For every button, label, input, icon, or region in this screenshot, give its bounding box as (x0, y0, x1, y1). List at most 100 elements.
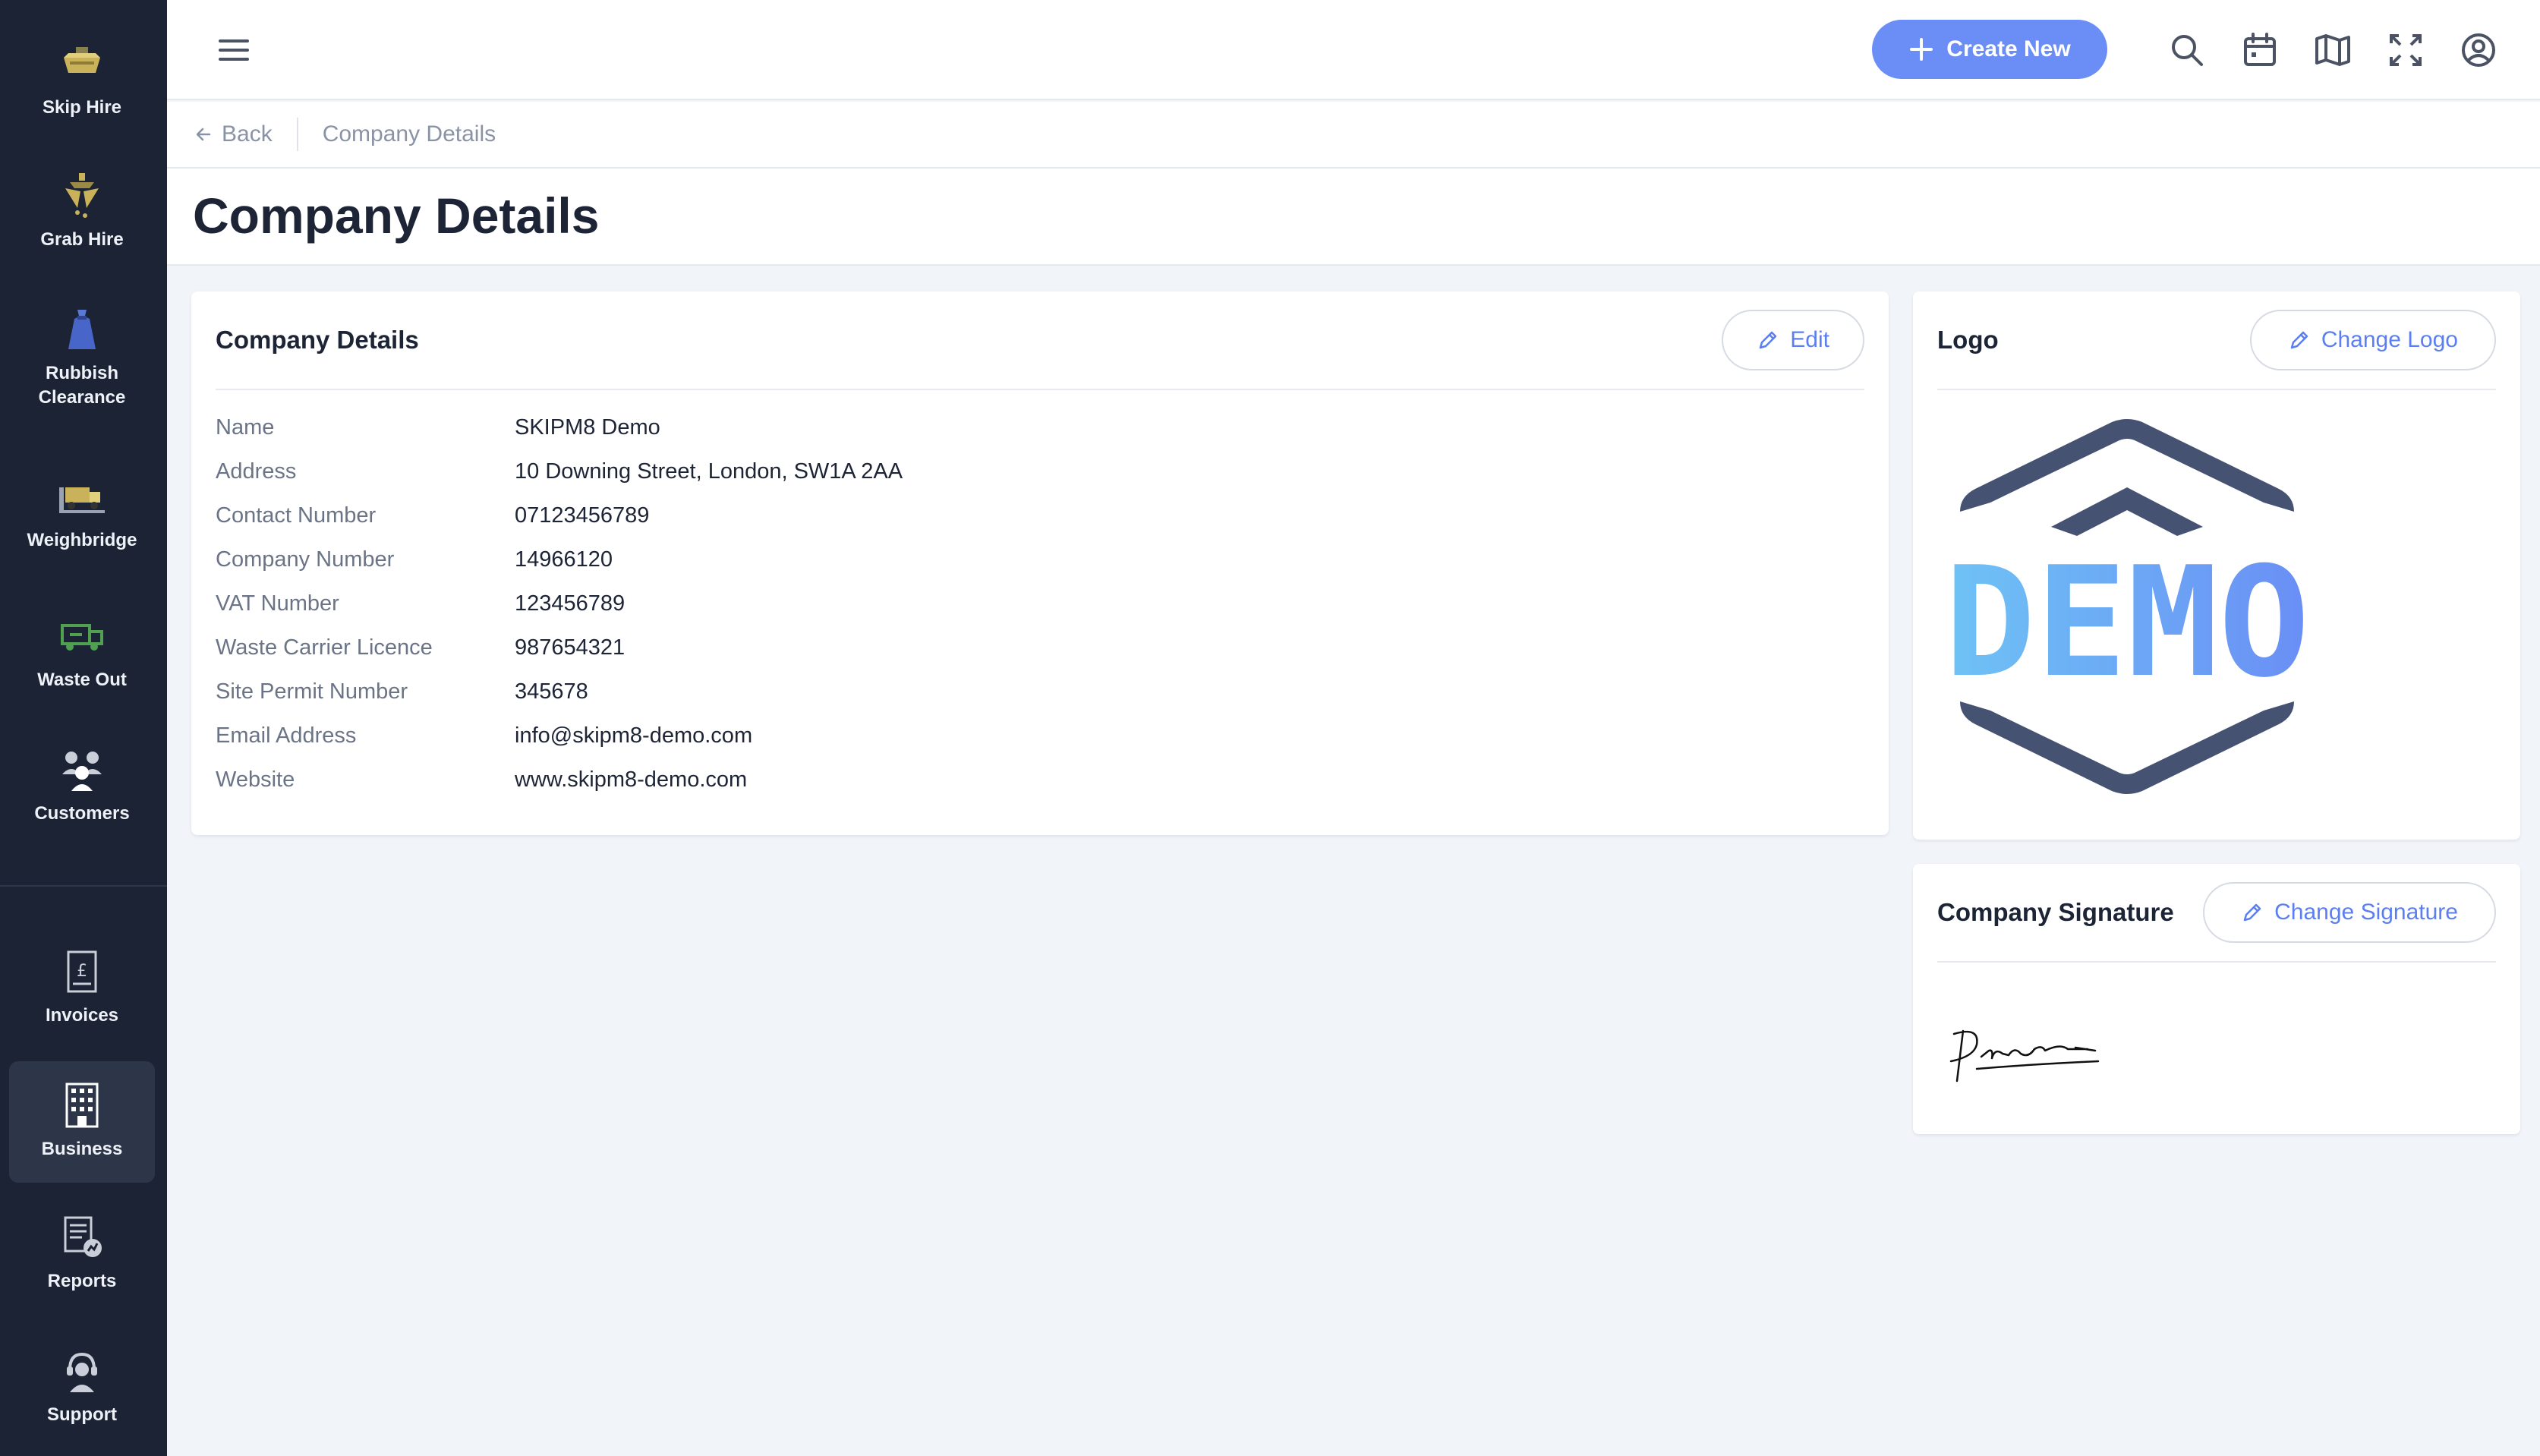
business-building-icon (65, 1083, 99, 1128)
edit-label: Edit (1790, 327, 1829, 352)
create-new-button[interactable]: Create New (1872, 20, 2107, 79)
detail-row-email-address: Email Address info@skipm8-demo.com (216, 714, 903, 758)
detail-label: Site Permit Number (216, 679, 408, 704)
page-title: Company Details (193, 188, 600, 244)
sidebar-item-grab-hire[interactable]: Grab Hire (9, 169, 155, 260)
detail-row-waste-carrier-licence: Waste Carrier Licence 987654321 (216, 626, 903, 670)
breadcrumb-current: Company Details (322, 121, 496, 147)
sidebar-item-label: Skip Hire (42, 97, 122, 118)
company-signature-card: Company Signature Change Signature (1913, 864, 2520, 1134)
fullscreen-icon[interactable] (2387, 31, 2425, 69)
detail-label: Contact Number (216, 503, 377, 528)
sidebar-item-weighbridge[interactable]: Weighbridge (9, 469, 155, 560)
sidebar-item-business[interactable]: Business (9, 1061, 155, 1183)
map-icon[interactable] (2314, 31, 2352, 69)
sidebar-item-label: Business (41, 1139, 123, 1159)
detail-label: Company Number (216, 547, 395, 572)
grab-icon (65, 173, 99, 218)
sidebar-item-support[interactable]: Support (9, 1344, 155, 1435)
back-label: Back (222, 121, 273, 147)
detail-row-company-number: Company Number 14966120 (216, 537, 903, 581)
detail-row-contact-number: Contact Number 07123456789 (216, 493, 903, 537)
detail-label: Email Address (216, 723, 357, 748)
detail-value: SKIPM8 Demo (515, 414, 660, 440)
detail-value: 14966120 (515, 547, 613, 572)
card-title: Logo (1937, 326, 1999, 354)
card-title: Company Signature (1937, 898, 2174, 926)
sidebar-item-invoices[interactable]: £ Invoices (9, 944, 155, 1035)
invoice-icon: £ (67, 950, 97, 993)
search-icon[interactable] (2168, 31, 2206, 69)
detail-label: Address (216, 459, 297, 484)
calendar-icon[interactable] (2241, 31, 2279, 69)
sidebar-item-skip-hire[interactable]: Skip Hire (9, 36, 155, 128)
sidebar-item-label: Customers (34, 803, 130, 824)
card-header: Company Signature Change Signature (1937, 864, 2496, 963)
sidebar-item-label: Support (47, 1404, 117, 1425)
plus-icon (1910, 38, 1933, 61)
sidebar-item-reports[interactable]: Reports (9, 1210, 155, 1301)
card-header: Logo Change Logo (1937, 292, 2496, 390)
breadcrumb-separator (296, 118, 298, 151)
detail-value: 07123456789 (515, 503, 650, 528)
weighbridge-truck-icon (59, 487, 105, 513)
create-new-label: Create New (1946, 36, 2071, 61)
page-header: Company Details (167, 169, 2540, 266)
sidebar-divider (0, 885, 167, 887)
customers-icon (62, 752, 102, 791)
sidebar-item-waste-out[interactable]: Waste Out (9, 609, 155, 700)
breadcrumb: Back Company Details (167, 102, 2540, 169)
skip-icon (64, 47, 100, 73)
detail-value: 123456789 (515, 591, 626, 616)
pencil-icon (1760, 331, 1777, 349)
support-headset-icon (67, 1352, 97, 1392)
detail-label: Website (216, 767, 295, 792)
sidebar-item-label: Invoices (45, 1005, 119, 1026)
sidebar-item-label: Rubbish Clearance (38, 363, 126, 408)
detail-row-website: Website www.skipm8-demo.com (216, 758, 903, 802)
edit-button[interactable]: Edit (1722, 310, 1864, 370)
user-account-icon[interactable] (2460, 31, 2497, 69)
sidebar-item-label: Waste Out (37, 670, 127, 690)
detail-value: 345678 (515, 679, 588, 704)
change-signature-button[interactable]: Change Signature (2203, 882, 2496, 943)
sidebar-item-label: Weighbridge (27, 530, 137, 550)
pencil-icon (2290, 331, 2308, 349)
app-root: Skip Hire Grab Hire Rubbish Clearance We… (0, 0, 2540, 1456)
hamburger-menu-icon[interactable] (217, 33, 251, 67)
company-logo-image: DEMO (1944, 419, 2310, 794)
detail-label: Name (216, 414, 275, 440)
logo-text: DEMO (1944, 534, 2310, 711)
logo-card: Logo Change Logo DEMO (1913, 292, 2520, 840)
company-details-card: Company Details Edit Name SKIPM8 Demo Ad… (191, 292, 1889, 835)
rubbish-bag-icon (68, 310, 96, 349)
change-logo-label: Change Logo (2321, 327, 2458, 352)
change-logo-button[interactable]: Change Logo (2249, 310, 2496, 370)
detail-row-site-permit-number: Site Permit Number 345678 (216, 670, 903, 714)
detail-label: VAT Number (216, 591, 339, 616)
sidebar: Skip Hire Grab Hire Rubbish Clearance We… (0, 0, 167, 1456)
detail-value: 987654321 (515, 635, 626, 660)
detail-value: 10 Downing Street, London, SW1A 2AA (515, 459, 903, 484)
detail-row-address: Address 10 Downing Street, London, SW1A … (216, 449, 903, 493)
detail-row-vat-number: VAT Number 123456789 (216, 581, 903, 626)
detail-value: info@skipm8-demo.com (515, 723, 753, 748)
pencil-icon (2243, 903, 2261, 922)
reports-icon (64, 1216, 102, 1257)
sidebar-item-customers[interactable]: Customers (9, 742, 155, 834)
details-list: Name SKIPM8 Demo Address 10 Downing Stre… (216, 405, 903, 802)
back-link[interactable]: Back (194, 121, 273, 147)
change-signature-label: Change Signature (2274, 900, 2458, 925)
detail-label: Waste Carrier Licence (216, 635, 433, 660)
card-title: Company Details (216, 326, 419, 354)
detail-row-name: Name SKIPM8 Demo (216, 405, 903, 449)
arrow-left-icon (196, 128, 211, 141)
sidebar-item-label: Reports (47, 1271, 117, 1291)
sidebar-item-rubbish-clearance[interactable]: Rubbish Clearance (9, 302, 155, 424)
signature-image (1949, 1029, 2100, 1083)
sidebar-item-label: Grab Hire (40, 229, 124, 250)
detail-value: www.skipm8-demo.com (515, 767, 748, 792)
card-header: Company Details Edit (216, 292, 1864, 390)
top-bar: Create New (167, 0, 2540, 100)
waste-out-truck-icon (61, 624, 103, 651)
